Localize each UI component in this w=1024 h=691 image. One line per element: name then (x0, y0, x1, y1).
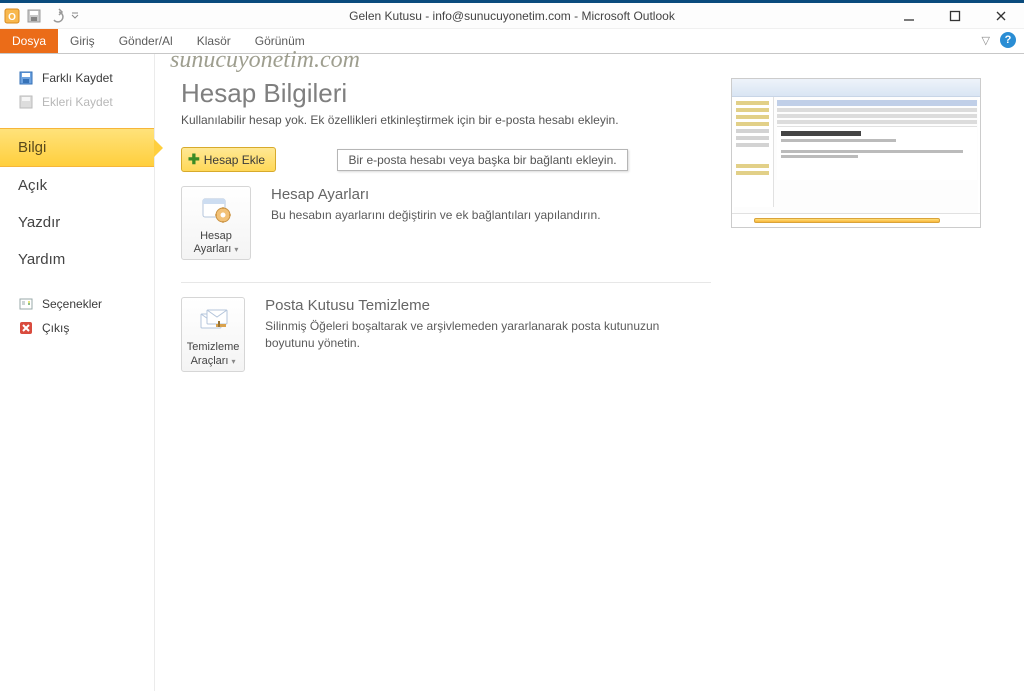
add-account-label: Hesap Ekle (204, 153, 265, 167)
tab-sendreceive[interactable]: Gönder/Al (107, 29, 185, 53)
sidebar-label: Çıkış (42, 321, 69, 335)
maximize-button[interactable] (932, 3, 978, 29)
attachment-icon (18, 94, 34, 110)
chevron-down-icon: ▾ (232, 357, 236, 366)
ribbon-expand-icon[interactable]: ▽ (982, 34, 990, 47)
tab-file[interactable]: Dosya (0, 29, 58, 53)
sidebar-exit[interactable]: Çıkış (0, 316, 154, 340)
print-preview-thumbnail (731, 78, 981, 228)
outlook-icon: O (4, 8, 20, 24)
sidebar-label: Farklı Kaydet (42, 71, 113, 85)
section-desc: Silinmiş Öğeleri boşaltarak ve arşivleme… (265, 318, 711, 352)
page-title: Hesap Bilgileri (181, 78, 711, 109)
sidebar-label: Seçenekler (42, 297, 102, 311)
mailbox-cleanup-section: Temizleme Araçları ▾ Posta Kutusu Temizl… (181, 297, 711, 393)
sidebar-print[interactable]: Yazdır (0, 204, 154, 241)
section-title: Posta Kutusu Temizleme (265, 297, 711, 314)
tab-view[interactable]: Görünüm (243, 29, 317, 53)
account-settings-section: Hesap Ayarları ▾ Hesap Ayarları Bu hesab… (181, 186, 711, 283)
sidebar-help[interactable]: Yardım (0, 241, 154, 278)
close-button[interactable] (978, 3, 1024, 29)
sidebar-save-attachments: Ekleri Kaydet (0, 90, 154, 114)
help-icon[interactable]: ? (1000, 32, 1016, 48)
sidebar-open[interactable]: Açık (0, 167, 154, 204)
page-subtitle: Kullanılabilir hesap yok. Ek özellikleri… (181, 113, 711, 127)
button-label: Hesap Ayarları (194, 230, 232, 255)
section-desc: Bu hesabın ayarlarını değiştirin ve ek b… (271, 207, 601, 224)
cleanup-tools-button[interactable]: Temizleme Araçları ▾ (181, 297, 245, 371)
tab-folder[interactable]: Klasör (185, 29, 243, 53)
account-settings-button[interactable]: Hesap Ayarları ▾ (181, 186, 251, 260)
add-account-button[interactable]: ✚ Hesap Ekle (181, 147, 276, 172)
sidebar-label: Ekleri Kaydet (42, 95, 113, 109)
cleanup-icon (185, 304, 241, 338)
sidebar-save-as[interactable]: Farklı Kaydet (0, 66, 154, 90)
titlebar: O Gelen Kutusu - info@sunucuyonetim.com … (0, 3, 1024, 29)
add-account-tooltip: Bir e-posta hesabı veya başka bir bağlan… (337, 149, 627, 171)
tab-home[interactable]: Giriş (58, 29, 107, 53)
plus-icon: ✚ (188, 151, 200, 168)
sidebar-info[interactable]: Bilgi (0, 128, 154, 167)
save-icon[interactable] (26, 8, 42, 24)
exit-icon (18, 320, 34, 336)
account-settings-icon (185, 193, 247, 227)
backstage-sidebar: Farklı Kaydet Ekleri Kaydet Bilgi Açık Y… (0, 54, 155, 691)
sidebar-options[interactable]: Seçenekler (0, 292, 154, 316)
svg-text:O: O (8, 12, 16, 23)
ribbon-tabs: Dosya Giriş Gönder/Al Klasör Görünüm ▽ ? (0, 29, 1024, 54)
chevron-down-icon: ▾ (234, 245, 238, 254)
options-icon (18, 296, 34, 312)
qat-dropdown-icon[interactable] (70, 8, 80, 24)
undo-icon[interactable] (48, 8, 64, 24)
backstage-content: Hesap Bilgileri Kullanılabilir hesap yok… (155, 54, 1024, 691)
minimize-button[interactable] (886, 3, 932, 29)
save-as-icon (18, 70, 34, 86)
section-title: Hesap Ayarları (271, 186, 601, 203)
window-title: Gelen Kutusu - info@sunucuyonetim.com - … (0, 3, 1024, 29)
